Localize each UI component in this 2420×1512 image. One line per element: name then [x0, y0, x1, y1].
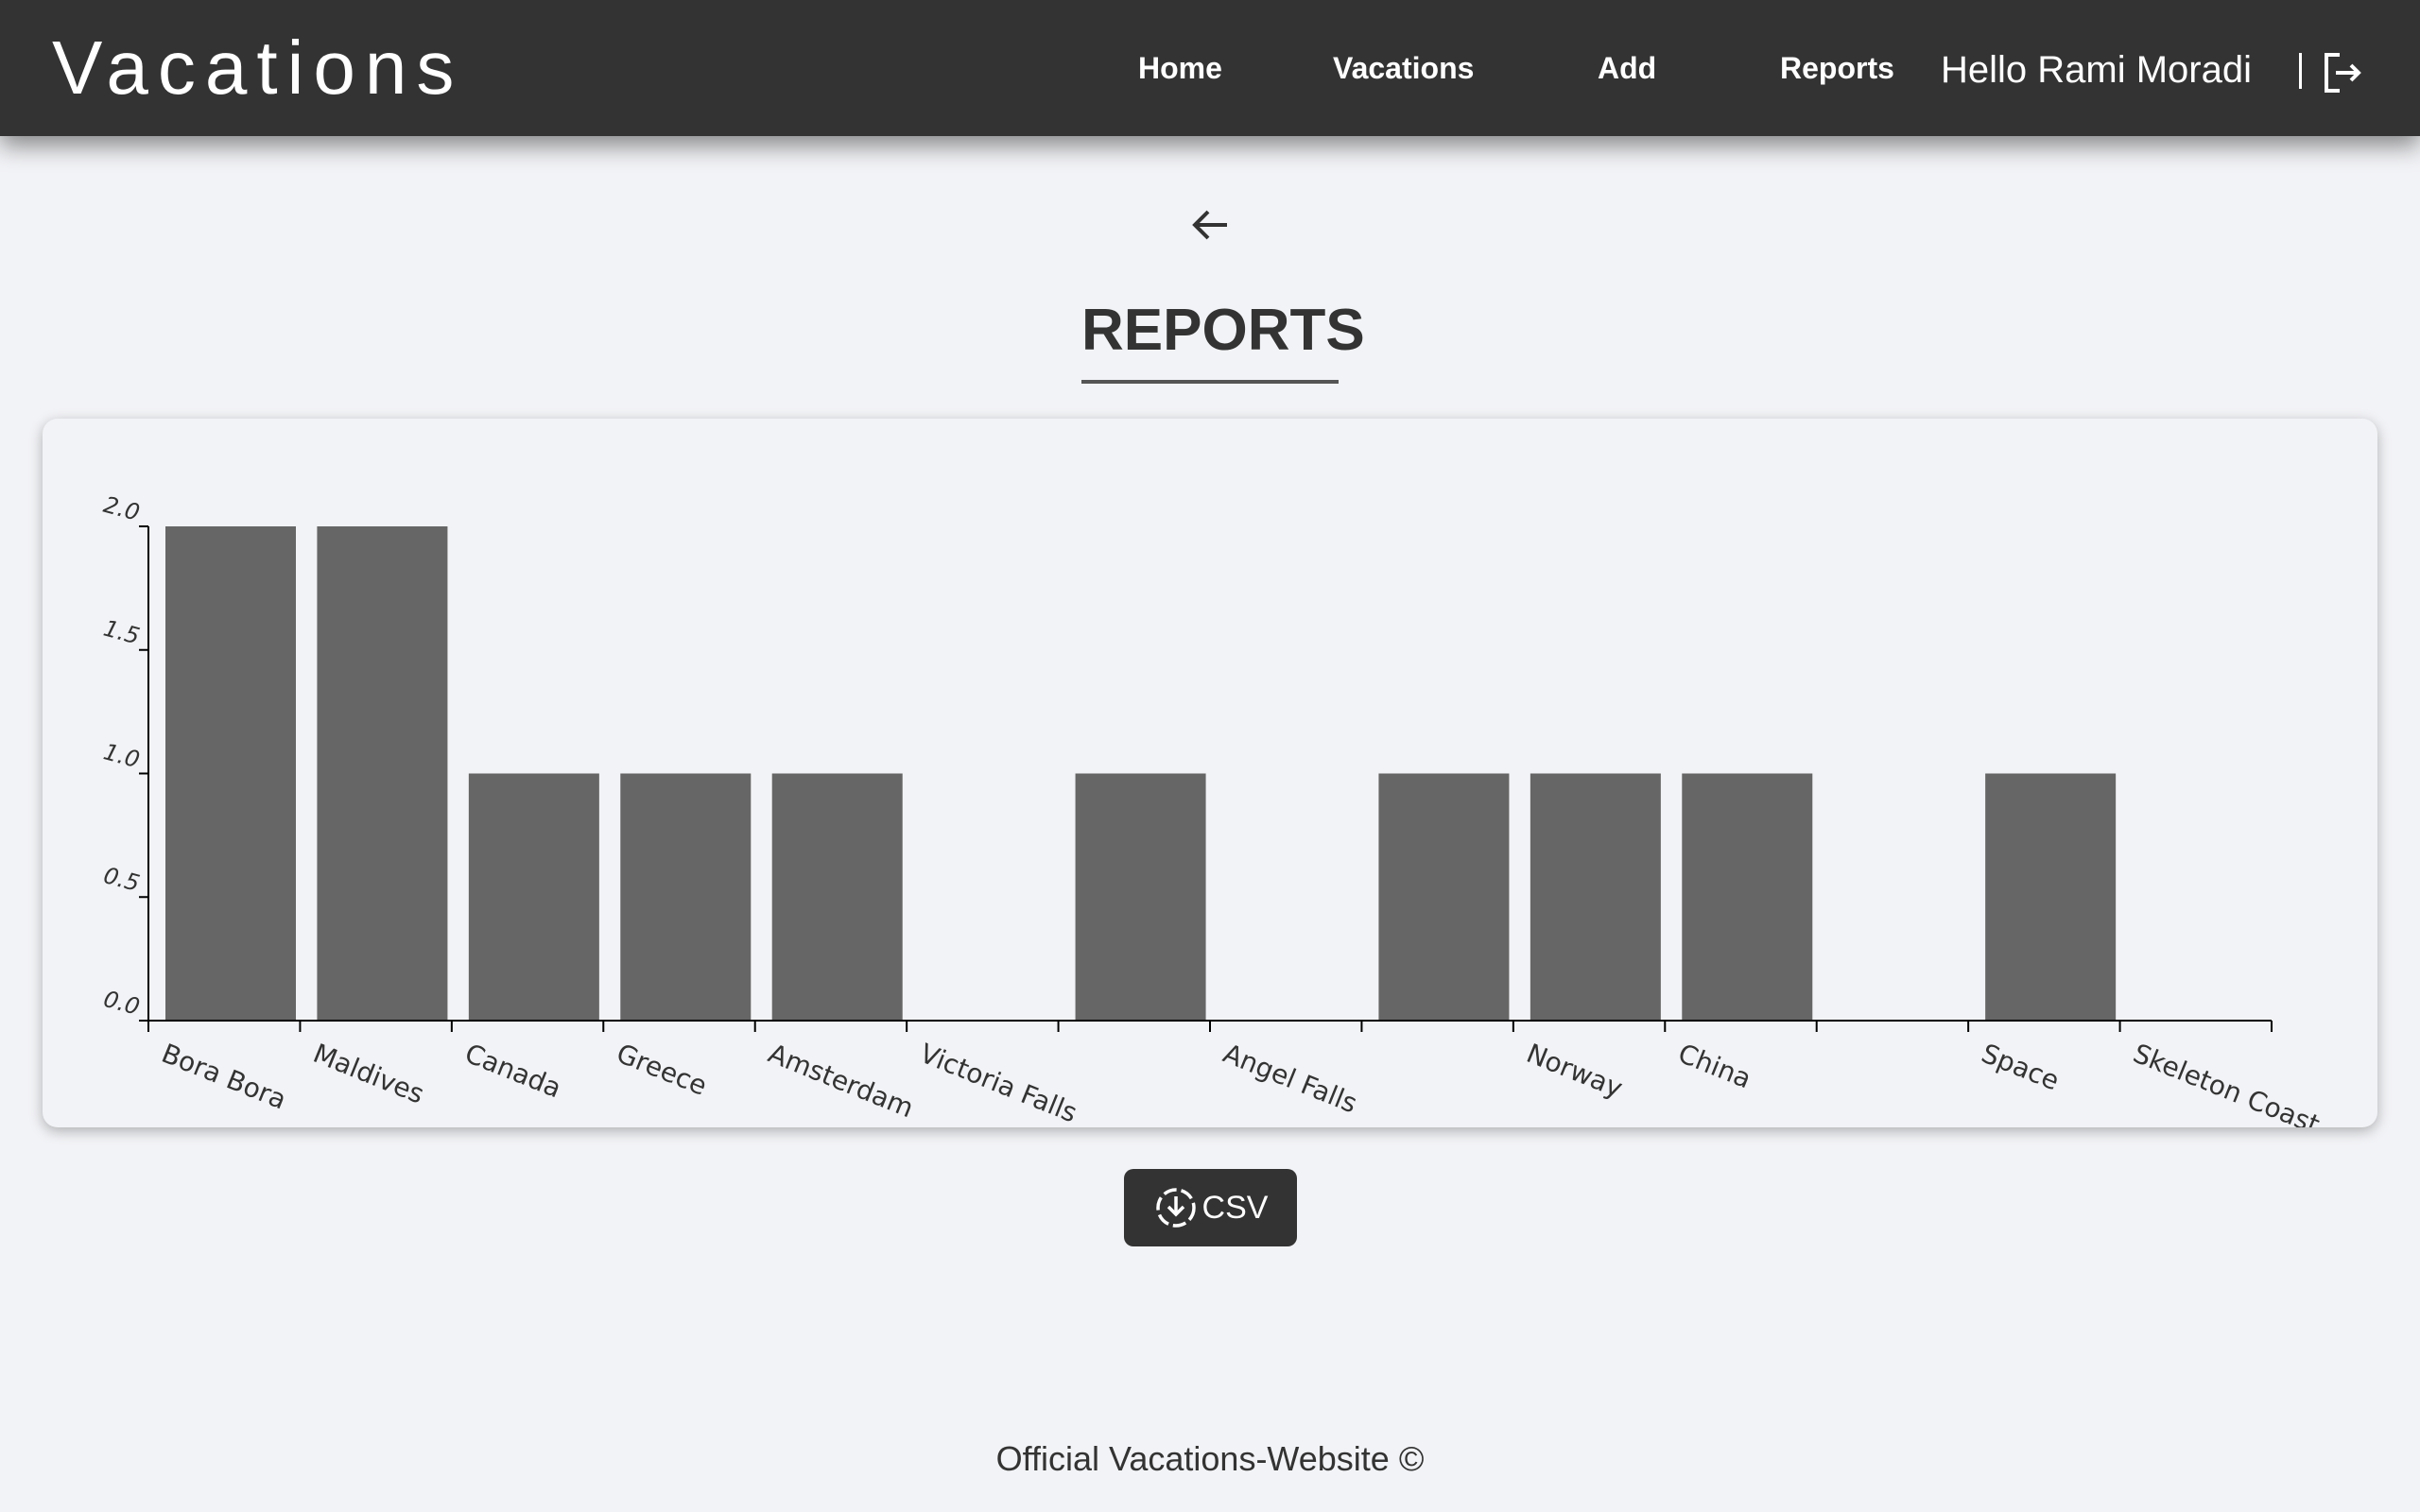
x-category-label: Maldives [309, 1038, 428, 1110]
x-category-label: Victoria Falls [916, 1038, 1082, 1127]
chart-bar[interactable] [1682, 773, 1813, 1022]
x-category-label: Bora Bora [157, 1038, 290, 1116]
chart-bar[interactable] [317, 526, 448, 1021]
logout-icon[interactable] [2321, 51, 2364, 94]
chart-bar[interactable] [771, 773, 903, 1022]
top-navbar: Vacations Home Vacations Add Reports Hel… [0, 0, 2420, 136]
x-category-label: Norway [1522, 1038, 1627, 1104]
footer-text: Official Vacations-Website © [995, 1439, 1425, 1478]
x-category-label: Skeleton Coast [2129, 1038, 2325, 1127]
nav-divider [2299, 53, 2302, 89]
back-arrow-icon[interactable] [1189, 204, 1231, 246]
download-icon [1155, 1188, 1196, 1228]
y-tick-label: 1.5 [101, 615, 143, 650]
x-category-label: Amsterdam [764, 1038, 918, 1124]
user-greeting: Hello Rami Moradi [1941, 49, 2252, 91]
chart-bar[interactable] [165, 526, 296, 1021]
x-category-label: China [1674, 1038, 1756, 1095]
nav-link-reports[interactable]: Reports [1780, 49, 1894, 87]
chart-bar[interactable] [1075, 773, 1206, 1022]
x-category-label: Greece [613, 1038, 712, 1102]
followers-bar-chart: 0.0 0.5 1.0 1.5 2.0 Bora Bora Maldives Canada Gr… [101, 491, 2325, 1127]
x-category-label: Canada [460, 1038, 565, 1105]
chart-bar[interactable] [1530, 773, 1661, 1022]
reports-chart-card: 0.0 0.5 1.0 1.5 2.0 Bora Bora Maldives Canada Gr… [43, 419, 2377, 1127]
brand-logo-text[interactable]: Vacations [52, 21, 463, 115]
x-category-label: Space [1978, 1038, 2064, 1097]
page-title: REPORTS [1081, 298, 1365, 363]
y-tick-label: 1.0 [101, 738, 143, 773]
chart-bar[interactable] [1378, 773, 1510, 1022]
chart-bar[interactable] [1985, 773, 2117, 1022]
nav-link-add[interactable]: Add [1598, 49, 1656, 87]
download-csv-button[interactable]: CSV [1124, 1169, 1297, 1246]
chart-bar[interactable] [620, 773, 752, 1022]
nav-link-vacations[interactable]: Vacations [1333, 49, 1474, 87]
title-underline [1081, 380, 1339, 384]
nav-link-home[interactable]: Home [1138, 49, 1222, 87]
chart-bar[interactable] [468, 773, 599, 1022]
y-tick-label: 0.0 [101, 986, 143, 1021]
y-tick-label: 2.0 [101, 491, 143, 526]
csv-button-label: CSV [1201, 1190, 1269, 1226]
x-category-label: Angel Falls [1219, 1038, 1361, 1120]
y-tick-label: 0.5 [101, 862, 143, 897]
